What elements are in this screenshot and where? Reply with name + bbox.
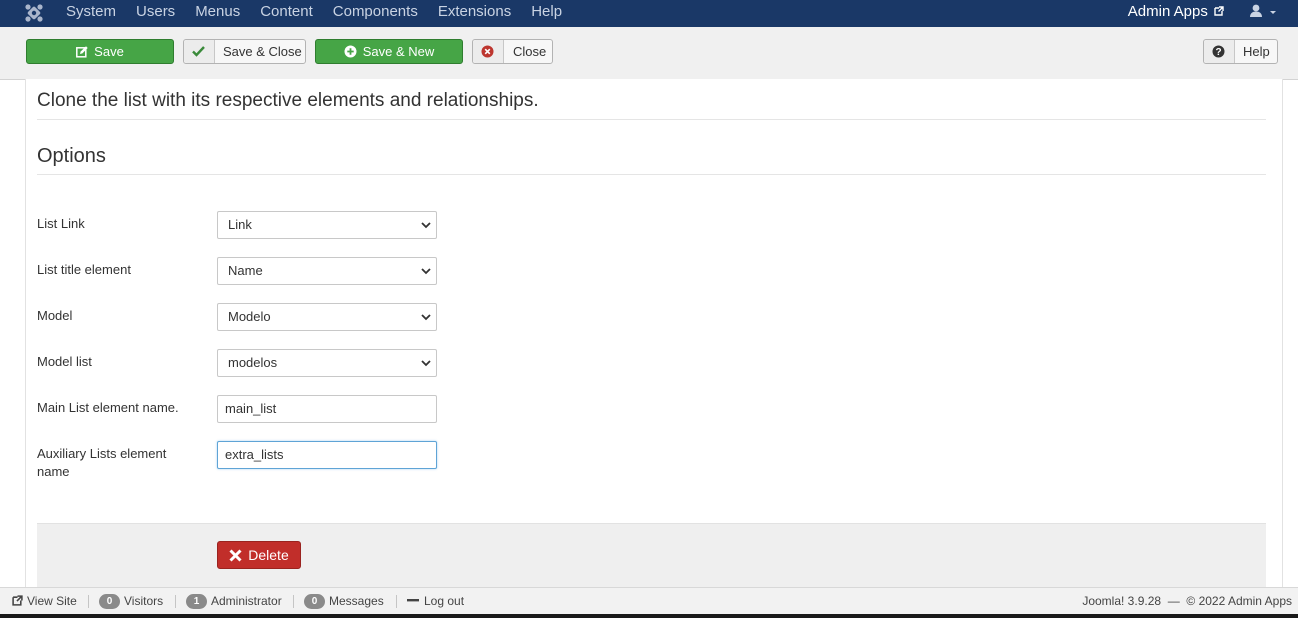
- delete-label: Delete: [248, 547, 289, 563]
- menu-system[interactable]: System: [56, 0, 126, 27]
- main-list-name-label: Main List element name.: [37, 400, 179, 415]
- window-bottom-edge: [0, 614, 1298, 618]
- model-select[interactable]: Modelo: [217, 303, 437, 331]
- svg-text:?: ?: [1215, 47, 1221, 58]
- check-icon: [192, 46, 205, 57]
- aux-lists-name-label: Auxiliary Lists element name: [37, 446, 167, 479]
- copyright-text: © 2022 Admin Apps: [1186, 594, 1292, 608]
- messages-link[interactable]: 0 Messages: [304, 588, 384, 614]
- external-link-icon: [12, 595, 23, 606]
- view-site-link[interactable]: View Site: [12, 588, 77, 614]
- visitors-badge: 0: [99, 594, 120, 609]
- admin-label: Administrator: [211, 594, 282, 608]
- messages-label: Messages: [329, 594, 384, 608]
- menu-content[interactable]: Content: [250, 0, 323, 27]
- chevron-down-icon: [421, 222, 431, 229]
- save-button[interactable]: Save: [26, 39, 174, 64]
- help-button[interactable]: ? Help: [1203, 39, 1278, 64]
- divider: [37, 174, 1266, 175]
- save-close-button[interactable]: Save & Close: [183, 39, 306, 64]
- user-icon[interactable]: [1248, 3, 1278, 21]
- close-circle-icon: [481, 45, 494, 58]
- save-new-label: Save & New: [362, 44, 435, 59]
- close-button[interactable]: Close: [472, 39, 553, 64]
- edit-icon: [76, 46, 88, 58]
- chevron-down-icon: [421, 268, 431, 275]
- aux-lists-name-value: extra_lists: [225, 447, 284, 462]
- messages-badge: 0: [304, 594, 325, 609]
- toolbar: Save Save & Close Save & New Close ? Hel…: [0, 27, 1298, 80]
- menu-menus[interactable]: Menus: [185, 0, 250, 27]
- list-title-element-value: Name: [228, 263, 263, 278]
- save-new-button[interactable]: Save & New: [315, 39, 463, 64]
- main-list-name-input[interactable]: main_list: [217, 395, 437, 423]
- page-description: Clone the list with its respective eleme…: [37, 90, 539, 111]
- admin-badge: 1: [186, 594, 207, 609]
- status-bar: View Site 0 Visitors 1 Administrator 0 Mess…: [0, 587, 1298, 618]
- menu-extensions[interactable]: Extensions: [428, 0, 521, 27]
- separator: [396, 595, 397, 608]
- model-list-label: Model list: [37, 354, 92, 369]
- aux-lists-name-input[interactable]: extra_lists: [217, 441, 437, 469]
- list-link-value: Link: [228, 217, 252, 232]
- delete-button[interactable]: Delete: [217, 541, 301, 569]
- site-name: Admin Apps: [1127, 3, 1208, 20]
- view-site-label: View Site: [27, 594, 77, 608]
- list-title-element-label: List title element: [37, 262, 131, 277]
- content-panel: [25, 79, 1283, 589]
- chevron-down-icon: [421, 314, 431, 321]
- top-navbar: System Users Menus Content Components Ex…: [0, 0, 1298, 27]
- model-value: Modelo: [228, 309, 271, 324]
- site-link[interactable]: Admin Apps: [1128, 0, 1224, 24]
- list-title-element-select[interactable]: Name: [217, 257, 437, 285]
- footer-credits: Joomla! 3.9.28 — © 2022 Admin Apps: [1082, 594, 1292, 608]
- chevron-down-icon: [421, 360, 431, 367]
- options-heading: Options: [37, 145, 106, 167]
- separator: [88, 595, 89, 608]
- menu-users[interactable]: Users: [126, 0, 185, 27]
- external-link-icon: [1214, 6, 1224, 16]
- save-close-label: Save & Close: [223, 44, 302, 59]
- version-text: Joomla! 3.9.28: [1082, 594, 1162, 608]
- separator: [293, 595, 294, 608]
- menu-help[interactable]: Help: [521, 0, 572, 27]
- x-icon: [229, 549, 242, 562]
- separator: [175, 595, 176, 608]
- joomla-logo-icon[interactable]: [24, 3, 44, 23]
- main-list-name-value: main_list: [225, 401, 277, 416]
- question-circle-icon: ?: [1212, 45, 1225, 58]
- main-menu: System Users Menus Content Components Ex…: [56, 0, 572, 27]
- model-list-select[interactable]: modelos: [217, 349, 437, 377]
- model-label: Model: [37, 308, 73, 323]
- help-label: Help: [1243, 44, 1270, 59]
- menu-components[interactable]: Components: [323, 0, 428, 27]
- visitors-label: Visitors: [124, 594, 164, 608]
- logout-link[interactable]: Log out: [407, 588, 464, 614]
- administrator-link[interactable]: 1 Administrator: [186, 588, 282, 614]
- minus-icon: [407, 599, 419, 602]
- divider: [37, 119, 1266, 120]
- logout-label: Log out: [424, 594, 465, 608]
- list-link-label: List Link: [37, 216, 85, 231]
- model-list-value: modelos: [228, 355, 278, 370]
- close-label: Close: [513, 44, 547, 59]
- plus-circle-icon: [344, 45, 357, 58]
- save-label: Save: [94, 44, 124, 59]
- visitors-link[interactable]: 0 Visitors: [99, 588, 163, 614]
- list-link-select[interactable]: Link: [217, 211, 437, 239]
